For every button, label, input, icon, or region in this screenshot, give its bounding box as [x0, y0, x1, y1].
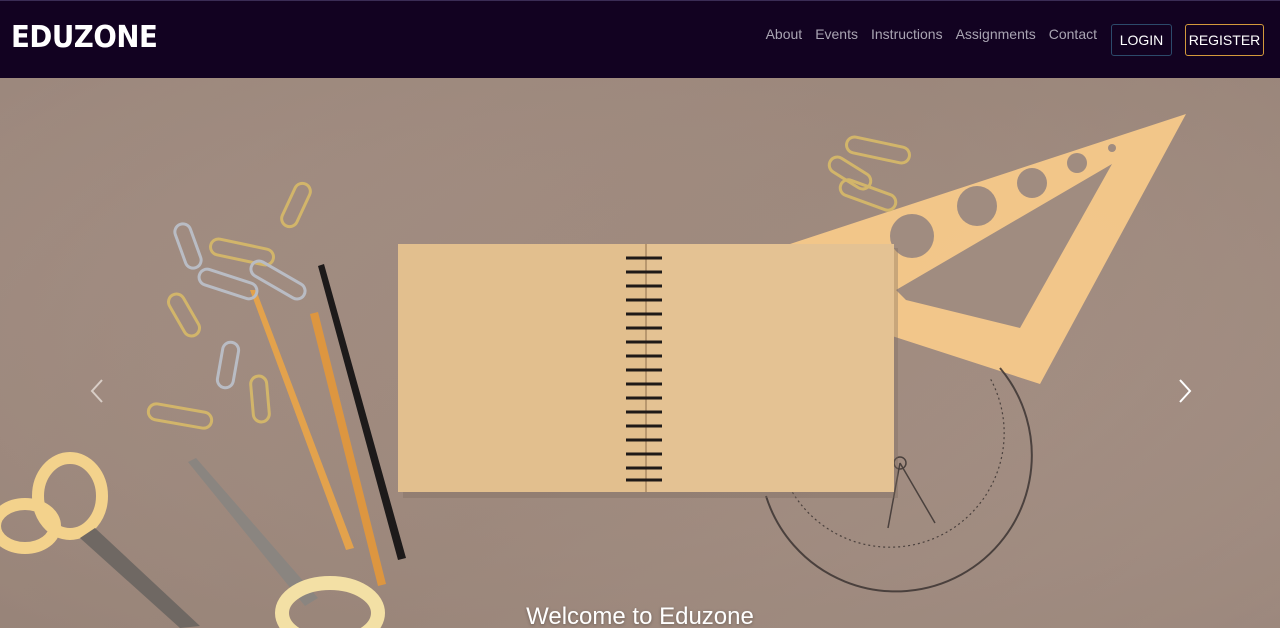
nav-link-instructions[interactable]: Instructions [871, 26, 943, 42]
hero-caption: Welcome to Eduzone [526, 603, 754, 628]
hero-image [0, 78, 1280, 628]
top-navbar: EDUZONE About Events Instructions Assign… [0, 0, 1280, 78]
carousel-next-button[interactable] [1172, 376, 1198, 406]
nav-link-about[interactable]: About [766, 26, 803, 42]
nav-links: About Events Instructions Assignments Co… [753, 26, 1097, 42]
hero-carousel: Welcome to Eduzone [0, 78, 1280, 628]
chevron-right-icon [1179, 379, 1192, 403]
nav-link-assignments[interactable]: Assignments [956, 26, 1036, 42]
login-button[interactable]: LOGIN [1111, 24, 1172, 56]
register-button[interactable]: REGISTER [1185, 24, 1264, 56]
brand-logo[interactable]: EDUZONE [11, 20, 158, 55]
nav-link-events[interactable]: Events [815, 26, 858, 42]
chevron-left-icon [90, 379, 103, 403]
carousel-prev-button[interactable] [84, 376, 110, 406]
nav-link-contact[interactable]: Contact [1049, 26, 1097, 42]
